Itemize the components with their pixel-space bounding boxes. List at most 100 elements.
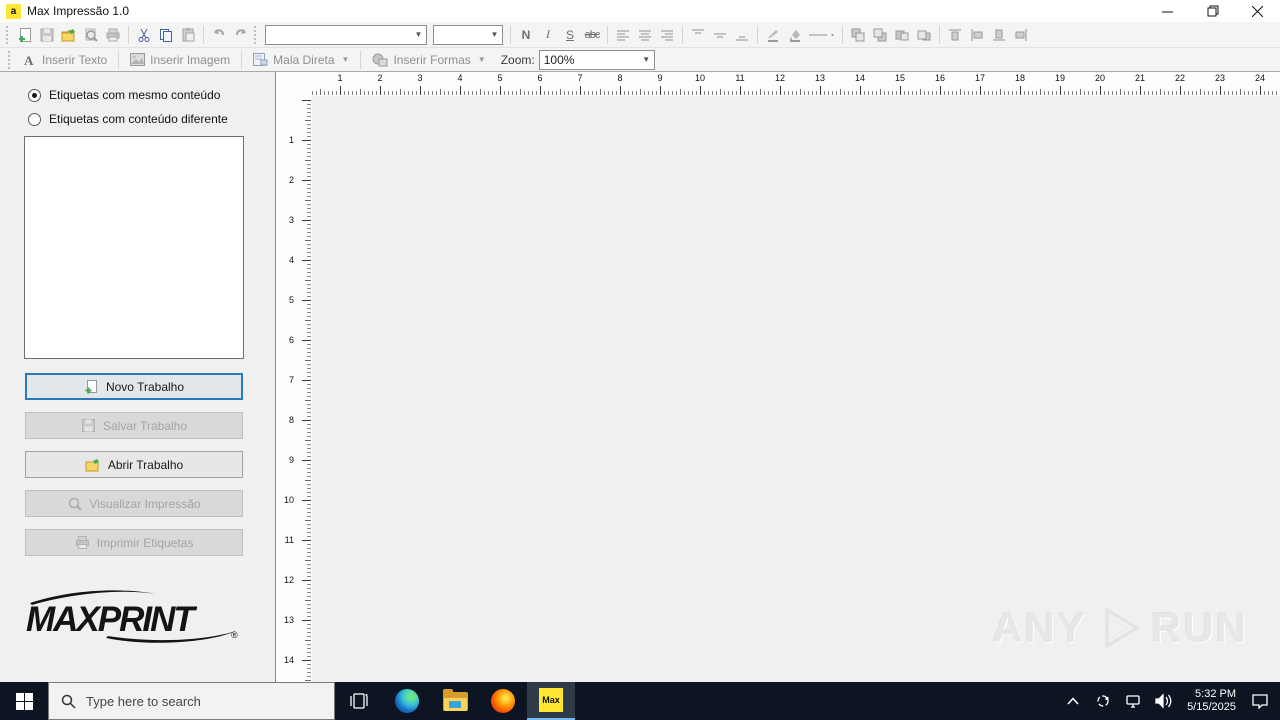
anyrun-watermark: ANY RUN (992, 602, 1248, 654)
tray-network-icon[interactable] (1121, 682, 1145, 720)
print-preview-icon (69, 497, 83, 511)
app-icon: a (6, 3, 21, 19)
action-center-icon[interactable] (1248, 682, 1272, 720)
italic-button[interactable]: I (537, 24, 559, 46)
mail-merge-button[interactable]: Mala Direta ▼ (246, 49, 356, 71)
strikethrough-button[interactable]: abc (581, 24, 603, 46)
shapes-icon (372, 53, 388, 66)
toolbar-grip[interactable] (6, 25, 10, 44)
search-icon (61, 694, 76, 709)
copy-icon[interactable] (155, 24, 177, 46)
label-preview-box (24, 136, 244, 359)
restore-button[interactable] (1190, 0, 1235, 22)
titlebar: a Max Impressão 1.0 (0, 0, 1280, 22)
chevron-down-icon: ▼ (490, 30, 499, 39)
open-folder-icon[interactable] (58, 24, 80, 46)
new-job-button[interactable]: Novo Trabalho (25, 373, 243, 400)
firefox-icon (491, 689, 515, 713)
zoom-select[interactable]: 100% ▼ (538, 49, 655, 70)
save-icon[interactable] (36, 24, 58, 46)
send-backward-icon[interactable] (913, 24, 935, 46)
mail-merge-icon (253, 53, 268, 66)
taskbar-search[interactable]: Type here to search (48, 682, 335, 720)
line-style-icon[interactable] (806, 24, 838, 46)
radio-button-selected[interactable] (28, 88, 41, 102)
start-button[interactable] (0, 682, 48, 720)
horizontal-ruler: 1 2 3 4 5 6 7 8 9 10 11 12 13 14 15 16 17 18 19 20 21 22 23 24 (276, 72, 1280, 96)
underline-button[interactable]: S (559, 24, 581, 46)
new-document-icon (85, 380, 97, 394)
radio-same-content[interactable]: Etiquetas com mesmo conteúdo (28, 88, 275, 102)
task-view-button[interactable] (335, 682, 383, 720)
valign-middle-icon[interactable] (709, 24, 731, 46)
save-job-button[interactable]: Salvar Trabalho (25, 412, 243, 439)
file-explorer-taskbar-button[interactable] (431, 682, 479, 720)
cut-icon[interactable] (133, 24, 155, 46)
fill-color-icon[interactable] (784, 24, 806, 46)
chevron-down-icon: ▼ (642, 55, 651, 64)
zoom-value: 100% (543, 52, 575, 67)
paste-icon[interactable] (177, 24, 199, 46)
close-button[interactable] (1235, 0, 1280, 22)
app-window: a Max Impressão 1.0 ▼ ▼ N I S abc A Inse… (0, 0, 1280, 720)
design-canvas[interactable]: 1 2 3 4 5 6 7 8 9 10 11 12 13 14 15 16 17 18 19 20 21 22 23 24 … (276, 72, 1280, 682)
main-toolbar: ▼ ▼ N I S abc (0, 22, 1280, 48)
tray-agent-icon[interactable] (1091, 682, 1115, 720)
align-right-icon[interactable] (656, 24, 678, 46)
taskbar-clock[interactable]: 5:32 PM 5/15/2025 (1181, 688, 1242, 714)
firefox-taskbar-button[interactable] (479, 682, 527, 720)
print-preview-icon[interactable] (80, 24, 102, 46)
max-impressao-taskbar-button[interactable]: Max (527, 682, 575, 720)
print-icon[interactable] (102, 24, 124, 46)
task-view-icon (350, 693, 368, 709)
bring-forward-icon[interactable] (891, 24, 913, 46)
picture-icon (130, 53, 146, 66)
font-color-icon[interactable] (762, 24, 784, 46)
edge-taskbar-button[interactable] (383, 682, 431, 720)
insert-shapes-button[interactable]: Inserir Formas ▼ (365, 49, 492, 71)
minimize-button[interactable] (1145, 0, 1190, 22)
radio-different-content[interactable]: Etiquetas com conteúdo diferente (28, 112, 275, 126)
system-tray: 5:32 PM 5/15/2025 (1061, 682, 1280, 720)
font-family-select[interactable]: ▼ (265, 24, 427, 45)
insert-image-button[interactable]: Inserir Imagem (123, 49, 237, 71)
valign-bottom-icon[interactable] (731, 24, 753, 46)
open-folder-icon (85, 459, 99, 472)
bold-button[interactable]: N (515, 24, 537, 46)
insert-toolbar: A Inserir Texto Inserir Imagem Mala Dire… (0, 48, 1280, 72)
redo-icon[interactable] (230, 24, 252, 46)
send-back-icon[interactable] (869, 24, 891, 46)
new-document-icon[interactable] (14, 24, 36, 46)
max-app-icon: Max (539, 688, 563, 712)
insert-text-button[interactable]: A Inserir Texto (16, 49, 114, 71)
ruler-corner (276, 72, 312, 96)
sidebar: Etiquetas com mesmo conteúdo Etiquetas c… (0, 72, 276, 682)
open-job-button[interactable]: Abrir Trabalho (25, 451, 243, 478)
radio-button-unselected[interactable] (28, 112, 41, 126)
window-title: Max Impressão 1.0 (27, 4, 130, 18)
bring-front-icon[interactable] (847, 24, 869, 46)
print-labels-button[interactable]: Imprimir Etiquetas (25, 529, 243, 556)
edge-icon (395, 689, 419, 713)
undo-icon[interactable] (208, 24, 230, 46)
file-explorer-icon (442, 688, 468, 711)
tray-chevron-up-icon[interactable] (1061, 682, 1085, 720)
windows-logo-icon (15, 692, 33, 710)
toolbar-grip[interactable] (254, 25, 258, 44)
toolbar-grip[interactable] (8, 50, 12, 69)
align-bottom-edge-icon[interactable] (988, 24, 1010, 46)
valign-top-icon[interactable] (687, 24, 709, 46)
font-size-select[interactable]: ▼ (433, 24, 503, 45)
chevron-down-icon: ▼ (414, 30, 423, 39)
print-preview-button[interactable]: Visualizar Impressão (25, 490, 243, 517)
search-placeholder: Type here to search (86, 693, 201, 709)
align-right-edge-icon[interactable] (1010, 24, 1032, 46)
print-icon (75, 536, 89, 549)
tray-volume-icon[interactable] (1151, 682, 1175, 720)
align-top-edge-icon[interactable] (944, 24, 966, 46)
align-left-icon[interactable] (612, 24, 634, 46)
align-left-edge-icon[interactable] (966, 24, 988, 46)
clock-time: 5:32 PM (1195, 688, 1236, 700)
align-center-icon[interactable] (634, 24, 656, 46)
vertical-ruler: 1 2 3 4 5 6 7 8 9 10 11 12 13 14 (276, 72, 312, 682)
